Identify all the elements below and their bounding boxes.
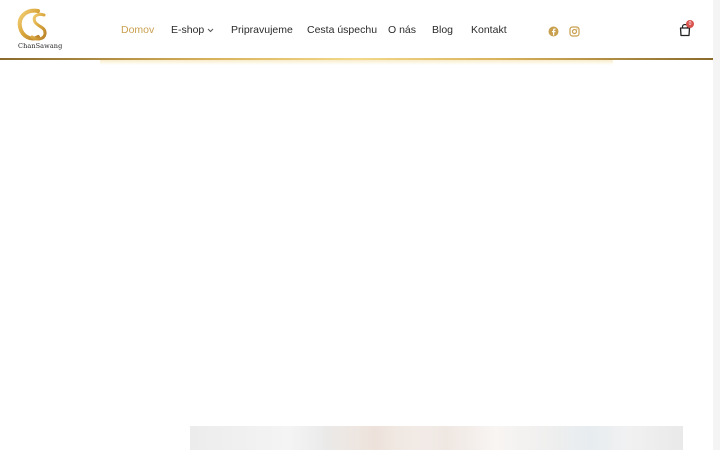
brand-monogram-icon [17, 8, 47, 41]
cart-count-badge: 0 [686, 20, 694, 28]
hero-image [190, 426, 683, 450]
header-divider-glow [100, 60, 613, 65]
chevron-down-icon [207, 22, 214, 38]
nav-item-cesta-uspechu[interactable]: Cesta úspechu [307, 22, 377, 38]
facebook-icon[interactable] [548, 24, 559, 37]
nav-item-domov[interactable]: Domov [121, 22, 154, 38]
nav-item-blog[interactable]: Blog [432, 22, 453, 38]
nav-item-kontakt[interactable]: Kontakt [471, 22, 507, 38]
nav-item-o-nas[interactable]: O nás [388, 22, 416, 38]
site-header: ChanSawang Domov E-shop Pripravujeme Ces… [0, 0, 713, 59]
brand-name: ChanSawang [18, 42, 63, 50]
scrollbar-track[interactable] [713, 0, 720, 450]
nav-item-label: E-shop [171, 24, 205, 36]
instagram-icon[interactable] [569, 24, 580, 37]
nav-item-pripravujeme[interactable]: Pripravujeme [231, 22, 293, 38]
nav-item-e-shop[interactable]: E-shop [171, 22, 214, 38]
